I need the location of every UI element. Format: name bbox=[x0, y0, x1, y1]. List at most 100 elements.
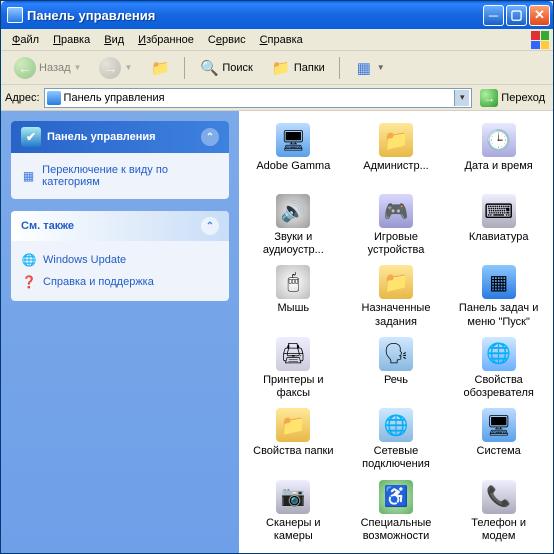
forward-button[interactable]: → ▼ bbox=[92, 53, 139, 83]
toolbar-separator bbox=[184, 57, 185, 79]
help-icon: ❓ bbox=[21, 274, 37, 290]
titlebar: Панель управления ─ ▢ ✕ bbox=[1, 1, 553, 29]
item-label: Специальные возможности bbox=[351, 517, 441, 543]
item-icon: 🌐 bbox=[482, 337, 516, 371]
search-icon: 🔍 bbox=[199, 58, 219, 78]
item-icon: 🔊 bbox=[276, 194, 310, 228]
item-icon: 📷 bbox=[276, 480, 310, 514]
go-arrow-icon: → bbox=[480, 89, 498, 107]
control-panel-item[interactable]: 🕒 Дата и время bbox=[448, 121, 549, 188]
menubar: Файл Правка Вид Избранное Сервис Справка bbox=[1, 29, 553, 51]
item-label: Назначенные задания bbox=[351, 302, 441, 328]
address-value: Панель управления bbox=[64, 92, 452, 104]
control-panel-item[interactable]: 🖥 Система bbox=[448, 406, 549, 473]
sidebar-panel-seealso: См. также ⌃ 🌐 Windows Update ❓ Справка и… bbox=[11, 211, 229, 301]
control-panel-item[interactable]: ♿ Специальные возможности bbox=[346, 478, 447, 545]
item-icon: 📁 bbox=[379, 123, 413, 157]
search-button[interactable]: 🔍 Поиск bbox=[192, 54, 259, 82]
item-icon: 🖱 bbox=[276, 265, 310, 299]
address-icon bbox=[47, 91, 61, 105]
dropdown-icon: ▼ bbox=[74, 63, 82, 72]
control-panel-item[interactable]: 🌐Свойства обозревателя bbox=[448, 335, 549, 402]
menu-edit[interactable]: Правка bbox=[46, 32, 97, 48]
views-button[interactable]: ▦ ▼ bbox=[347, 54, 392, 82]
control-panel-item[interactable]: 🔊Звуки и аудиоустр... bbox=[243, 192, 344, 259]
dropdown-icon: ▼ bbox=[377, 63, 385, 72]
window-icon bbox=[7, 7, 23, 23]
item-label: Клавиатура bbox=[469, 231, 529, 257]
control-panel-item[interactable]: 🗣 Речь bbox=[346, 335, 447, 402]
item-icon: 📁 bbox=[379, 265, 413, 299]
control-panel-item[interactable]: 🌐Сетевые подключения bbox=[346, 406, 447, 473]
address-combo[interactable]: Панель управления ▾ bbox=[44, 88, 473, 108]
minimize-button[interactable]: ─ bbox=[483, 5, 504, 26]
item-icon: 🖥 bbox=[276, 123, 310, 157]
control-panel-item[interactable]: 📁 Свойства папки bbox=[243, 406, 344, 473]
folders-button[interactable]: 📁 Папки bbox=[264, 54, 332, 82]
menu-tools[interactable]: Сервис bbox=[201, 32, 253, 48]
collapse-icon[interactable]: ⌃ bbox=[201, 128, 219, 146]
item-label: Дата и время bbox=[465, 160, 533, 186]
help-support-link[interactable]: ❓ Справка и поддержка bbox=[21, 271, 219, 293]
panel-header[interactable]: ✔ Панель управления ⌃ bbox=[11, 121, 229, 153]
address-label: Адрес: bbox=[5, 92, 40, 104]
control-panel-item[interactable]: 📁 Администр... bbox=[346, 121, 447, 188]
item-icon: 🌐 bbox=[379, 408, 413, 442]
menu-favorites[interactable]: Избранное bbox=[131, 32, 201, 48]
item-icon: 🕒 bbox=[482, 123, 516, 157]
panel-header[interactable]: См. также ⌃ bbox=[11, 211, 229, 241]
control-panel-item[interactable]: 🖨 Принтеры и факсы bbox=[243, 335, 344, 402]
maximize-button[interactable]: ▢ bbox=[506, 5, 527, 26]
forward-arrow-icon: → bbox=[99, 57, 121, 79]
address-dropdown-button[interactable]: ▾ bbox=[454, 90, 469, 106]
item-icon: 🖥 bbox=[482, 408, 516, 442]
item-label: Принтеры и факсы bbox=[248, 374, 338, 400]
control-panel-item[interactable]: 🎮Игровые устройства bbox=[346, 192, 447, 259]
item-label: Речь bbox=[384, 374, 408, 400]
item-label: Телефон и модем bbox=[454, 517, 544, 543]
window-title: Панель управления bbox=[27, 8, 483, 23]
switch-icon: ▦ bbox=[21, 168, 36, 184]
collapse-icon[interactable]: ⌃ bbox=[201, 217, 219, 235]
item-icon: ▦ bbox=[482, 265, 516, 299]
item-label: Мышь bbox=[278, 302, 310, 328]
menu-file[interactable]: Файл bbox=[5, 32, 46, 48]
switch-view-link[interactable]: ▦ Переключение к виду по категориям bbox=[21, 161, 219, 191]
item-label: Администр... bbox=[363, 160, 429, 186]
item-icon: 🗣 bbox=[379, 337, 413, 371]
control-panel-item[interactable]: 📁 Назначенные задания bbox=[346, 263, 447, 330]
control-panel-item[interactable]: 📞Телефон и модем bbox=[448, 478, 549, 545]
item-icon: 📁 bbox=[276, 408, 310, 442]
views-icon: ▦ bbox=[354, 58, 374, 78]
folder-up-icon: 📁 bbox=[150, 58, 170, 78]
control-panel-item[interactable]: ▦Панель задач и меню "Пуск" bbox=[448, 263, 549, 330]
windows-update-link[interactable]: 🌐 Windows Update bbox=[21, 249, 219, 271]
close-button[interactable]: ✕ bbox=[529, 5, 550, 26]
control-panel-item[interactable]: 📷 Сканеры и камеры bbox=[243, 478, 344, 545]
item-icon: ⌨ bbox=[482, 194, 516, 228]
icon-grid: 🖥 Adobe Gamma 📁 Администр... 🕒 Дата и время 🔊З… bbox=[239, 111, 553, 553]
sidebar-panel-control: ✔ Панель управления ⌃ ▦ Переключение к в… bbox=[11, 121, 229, 199]
item-label: Сканеры и камеры bbox=[248, 517, 338, 543]
item-icon: ♿ bbox=[379, 480, 413, 514]
menu-view[interactable]: Вид bbox=[97, 32, 131, 48]
toolbar: ← Назад ▼ → ▼ 📁 🔍 Поиск 📁 Папки ▦ ▼ bbox=[1, 51, 553, 85]
address-bar: Адрес: Панель управления ▾ → Переход bbox=[1, 85, 553, 111]
item-icon: 🎮 bbox=[379, 194, 413, 228]
go-button[interactable]: → Переход bbox=[476, 87, 549, 109]
item-icon: 🖨 bbox=[276, 337, 310, 371]
item-label: Adobe Gamma bbox=[256, 160, 330, 186]
control-panel-item[interactable]: ⌨ Клавиатура bbox=[448, 192, 549, 259]
item-label: Свойства папки bbox=[253, 445, 333, 471]
control-panel-item[interactable]: 🖱 Мышь bbox=[243, 263, 344, 330]
dropdown-icon: ▼ bbox=[124, 63, 132, 72]
up-button[interactable]: 📁 bbox=[143, 54, 177, 82]
item-label: Система bbox=[477, 445, 521, 471]
menu-help[interactable]: Справка bbox=[253, 32, 310, 48]
window: Панель управления ─ ▢ ✕ Файл Правка Вид … bbox=[0, 0, 554, 554]
control-panel-item[interactable]: 🖥 Adobe Gamma bbox=[243, 121, 344, 188]
windows-logo-icon bbox=[531, 31, 549, 49]
back-arrow-icon: ← bbox=[14, 57, 36, 79]
back-button[interactable]: ← Назад ▼ bbox=[7, 53, 88, 83]
folders-icon: 📁 bbox=[271, 58, 291, 78]
